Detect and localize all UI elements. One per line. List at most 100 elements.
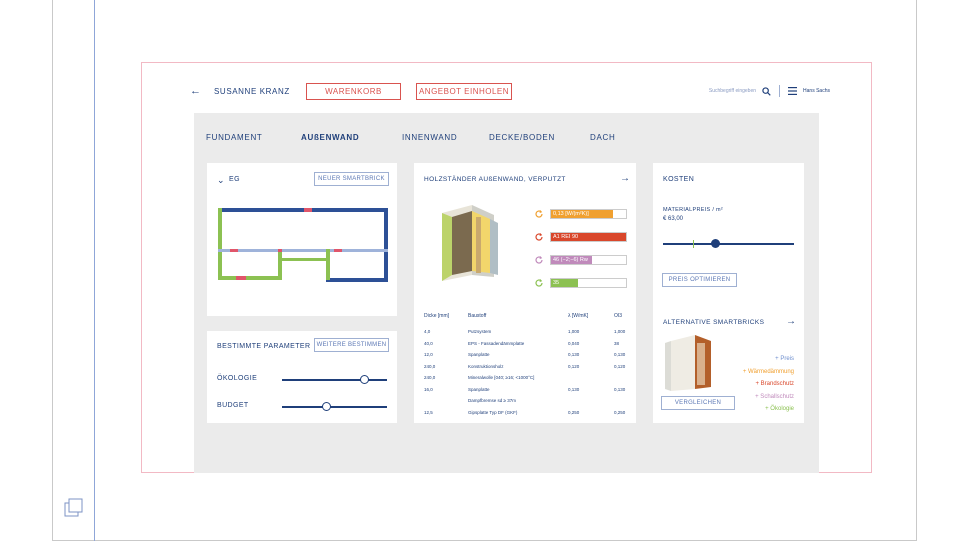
parameters-title: BESTIMMTE PARAMETER (217, 343, 311, 350)
wall-section-image (442, 205, 498, 281)
search-icon[interactable] (762, 86, 771, 96)
refresh-icon[interactable] (534, 255, 544, 265)
table-cell: 12,5 (424, 409, 433, 415)
thermal-value: 0,13 [W/(m²K)] (553, 211, 589, 217)
fire-value: A1 REI 90 (553, 234, 579, 240)
table-header: OI3 (614, 313, 623, 319)
alternative-item[interactable]: + Ökologie (743, 403, 794, 416)
guide-line (94, 0, 95, 541)
table-cell: 0,250 (614, 409, 626, 415)
new-smartbrick-button[interactable]: NEUER SMARTBRICK (314, 172, 389, 186)
tab-innenwand[interactable]: INNENWAND (402, 133, 457, 142)
wall-title: HOLZSTÄNDER AUßENWAND, VERPUTZT (424, 176, 566, 183)
sound-property: 46 (−2;−6) Rw (534, 255, 629, 266)
target-marker (693, 240, 694, 248)
request-offer-button[interactable]: ANGEBOT EINHOLEN (416, 82, 512, 100)
slider-track[interactable] (282, 379, 387, 381)
slider-knob[interactable] (711, 239, 721, 248)
ecology-slider[interactable]: ÖKOLOGIE (217, 374, 389, 386)
table-cell: 40,0 (424, 340, 433, 346)
costs-title: KOSTEN (663, 176, 695, 183)
smartbrick-image (665, 335, 711, 391)
thermal-property: 0,13 [W/(m²K)] (534, 209, 629, 220)
table-cell: 0,120 (568, 363, 580, 369)
table-cell: 0,040 (568, 340, 580, 346)
alternative-item[interactable]: + Wärmedämmung (743, 366, 794, 379)
table-cell: 4,0 (424, 329, 431, 334)
slider-label: ÖKOLOGIE (217, 375, 258, 382)
arrow-right-icon[interactable]: → (786, 316, 796, 327)
tab-aussenwand[interactable]: AUßENWAND (301, 133, 359, 142)
compare-button[interactable]: VERGLEICHEN (661, 396, 735, 410)
material-price-value: € 63,00 (663, 216, 684, 222)
table-cell: 0,130 (614, 352, 626, 357)
ecology-property: 35 (534, 278, 629, 289)
alternative-item[interactable]: + Schallschutz (743, 391, 794, 404)
top-bar: ← SUSANNE KRANZ WARENKORB ANGEBOT EINHOL… (190, 80, 830, 102)
wall-detail-card: HOLZSTÄNDER AUßENWAND, VERPUTZT → 0,13 [… (414, 163, 636, 423)
refresh-icon[interactable] (534, 278, 544, 288)
table-cell: Dampfbremse sd ≥ 37m (468, 398, 516, 403)
alternatives-title: ALTERNATIVE SMARTBRICKS (663, 319, 765, 326)
more-parameters-button[interactable]: WEITERE BESTIMMEN (314, 338, 389, 352)
fire-property: A1 REI 90 (534, 232, 629, 243)
tab-fundament[interactable]: FUNDAMENT (206, 133, 263, 142)
table-cell: Spanplatte (468, 352, 490, 357)
parameters-card: BESTIMMTE PARAMETER WEITERE BESTIMMEN ÖK… (207, 331, 397, 423)
table-cell: 240,0 (424, 375, 436, 380)
slider-knob[interactable] (359, 375, 369, 384)
slider-track[interactable] (282, 406, 387, 408)
table-cell: 1,000 (568, 329, 580, 334)
back-arrow-icon[interactable]: ← (190, 85, 204, 97)
optimize-price-button[interactable]: PREIS OPTIMIEREN (662, 273, 737, 287)
table-cell: 240,0 (424, 363, 436, 369)
material-price-label: MATERIALPREIS / m² (663, 207, 723, 213)
arrow-right-icon[interactable]: → (620, 173, 630, 184)
chevron-down-icon[interactable]: ⌄ (217, 175, 225, 186)
costs-card: KOSTEN MATERIALPREIS / m² € 63,00 PREIS … (653, 163, 804, 423)
tab-decke-boden[interactable]: DECKE/BODEN (489, 133, 555, 142)
table-cell: 0,130 (568, 386, 580, 392)
slider-track[interactable] (663, 243, 794, 245)
table-header: Baustoff (468, 313, 487, 319)
slider-label: BUDGET (217, 402, 249, 409)
price-slider[interactable] (663, 239, 794, 249)
budget-slider[interactable]: BUDGET (217, 401, 389, 413)
table-cell: 0,130 (568, 352, 580, 357)
slider-knob[interactable] (322, 402, 332, 411)
table-cell: Mineralwolle [040; ≥16; <1000°C] (468, 375, 535, 380)
refresh-icon[interactable] (534, 209, 544, 219)
user-name: SUSANNE KRANZ (214, 86, 290, 96)
alternative-item[interactable]: + Brandschutz (743, 378, 794, 391)
tab-dach[interactable]: DACH (590, 133, 615, 142)
top-right-controls: Suchbegriff eingeben Hans Sachs (709, 80, 830, 102)
alternatives-list: + Preis + Wärmedämmung + Brandschutz + Scha… (743, 353, 794, 416)
search-input[interactable]: Suchbegriff eingeben (709, 88, 756, 94)
floor-plan[interactable] (216, 207, 391, 283)
table-cell: 0,250 (568, 409, 580, 415)
refresh-icon[interactable] (534, 232, 544, 242)
copy-icon (64, 498, 83, 517)
cart-button[interactable]: WARENKORB (306, 82, 401, 100)
table-cell: EPS - Fassadendämmplatte (468, 340, 525, 346)
category-tabs: FUNDAMENT AUßENWAND INNENWAND DECKE/BODE… (206, 133, 626, 147)
table-cell: 16,0 (424, 386, 433, 392)
sound-value: 46 (−2;−6) Rw (553, 257, 588, 263)
account-name[interactable]: Hans Sachs (803, 88, 830, 94)
table-cell: 38 (614, 340, 620, 346)
table-cell: Spanplatte (468, 386, 490, 392)
table-cell: Putzsystem (468, 329, 492, 334)
floor-plan-card: ⌄ EG NEUER SMARTBRICK (207, 163, 397, 316)
menu-icon[interactable] (788, 87, 798, 95)
table-header: λ [W/mK] (568, 313, 589, 319)
floor-title: EG (229, 176, 240, 183)
ecology-value: 35 (553, 280, 560, 286)
table-cell: 0,130 (614, 386, 626, 392)
alternative-item[interactable]: + Preis (743, 353, 794, 366)
table-cell: Gipsplatte Typ DF (GKF) (468, 409, 518, 415)
table-cell: 12,0 (424, 352, 433, 357)
table-header: Dicke [mm] (424, 313, 449, 319)
table-cell: 1,000 (614, 329, 626, 334)
table-cell: Konstruktionsholz (468, 363, 504, 369)
table-cell: 0,120 (614, 363, 626, 369)
